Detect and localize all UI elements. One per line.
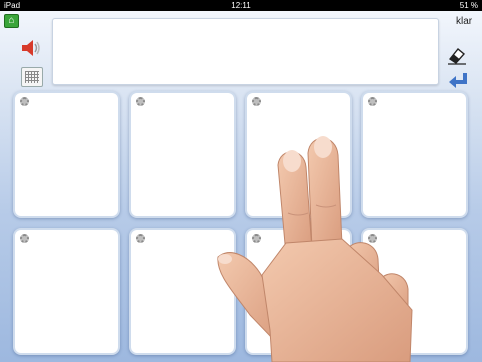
symbol-tile[interactable] — [13, 228, 120, 355]
symbol-tile[interactable] — [129, 91, 236, 218]
symbol-tile[interactable] — [13, 91, 120, 218]
speak-button[interactable] — [20, 37, 42, 59]
home-button[interactable]: ⌂ — [4, 14, 19, 28]
gear-icon[interactable] — [136, 234, 145, 243]
battery-indicator: 51 % — [459, 1, 478, 10]
app-main: ⌂ klar — [0, 11, 482, 362]
symbol-tile[interactable] — [129, 228, 236, 355]
gear-icon[interactable] — [20, 97, 29, 106]
enter-arrow-icon — [449, 73, 467, 88]
status-bar: iPad 12:11 51 % — [0, 0, 482, 11]
gear-icon[interactable] — [368, 97, 377, 106]
done-button[interactable]: klar — [456, 16, 472, 27]
clear-button[interactable] — [446, 45, 468, 65]
eraser-icon — [448, 48, 466, 65]
home-icon: ⌂ — [8, 15, 15, 26]
symbol-tile[interactable] — [361, 228, 468, 355]
enter-button[interactable] — [447, 71, 469, 89]
gear-icon[interactable] — [252, 97, 261, 106]
symbol-tile[interactable] — [245, 228, 352, 355]
keyboard-button[interactable] — [21, 67, 43, 87]
gear-icon[interactable] — [136, 97, 145, 106]
symbol-tile[interactable] — [361, 91, 468, 218]
gear-icon[interactable] — [252, 234, 261, 243]
keyboard-icon — [25, 71, 39, 83]
message-field[interactable] — [52, 18, 439, 85]
speaker-icon — [22, 40, 40, 56]
symbol-tile[interactable] — [245, 91, 352, 218]
clock: 12:11 — [231, 1, 251, 10]
gear-icon[interactable] — [20, 234, 29, 243]
gear-icon[interactable] — [368, 234, 377, 243]
